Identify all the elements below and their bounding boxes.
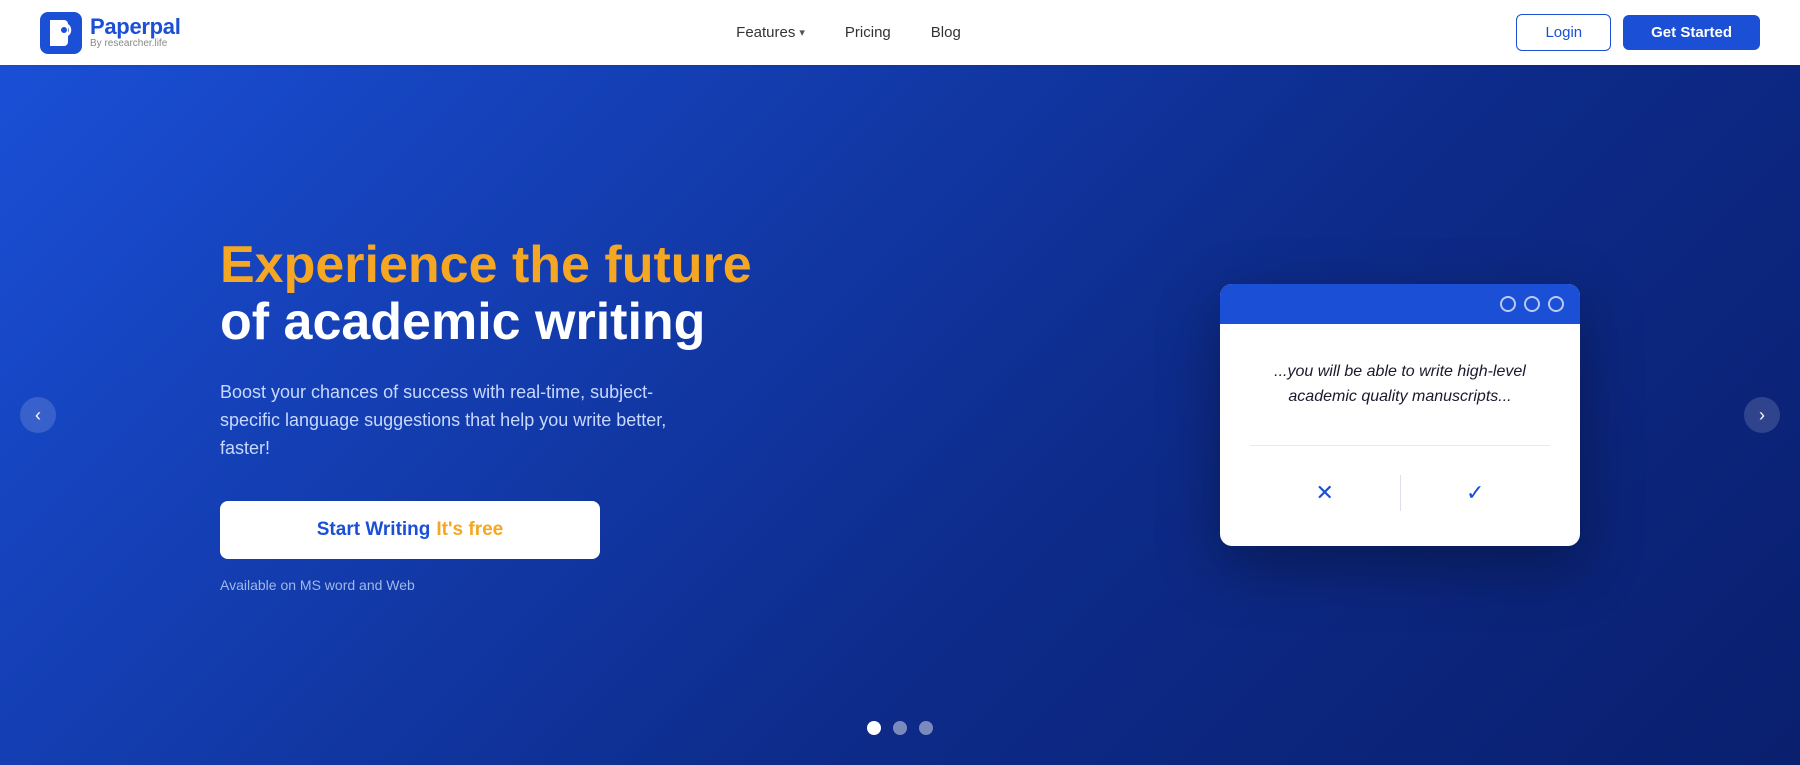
card-body: ...you will be able to write high-level … [1220,324,1580,547]
window-dot-3 [1548,296,1564,312]
card-header [1220,284,1580,324]
free-label: It's free [436,519,503,541]
start-writing-button[interactable]: Start Writing It's free [220,501,600,559]
reject-icon: ✕ [1316,480,1334,506]
card-quote: ...you will be able to write high-level … [1250,360,1550,410]
carousel-dot-3[interactable] [919,721,933,735]
hero-title-line2: of academic writing [220,294,752,351]
card-actions: ✕ ✓ [1250,445,1550,516]
ui-preview-card: ...you will be able to write high-level … [1220,284,1580,547]
chevron-down-icon: ▾ [799,26,805,39]
carousel-dot-2[interactable] [893,721,907,735]
nav-links: Features ▾ Pricing Blog [736,24,961,41]
start-writing-label: Start Writing [317,519,431,541]
available-text: Available on MS word and Web [220,577,752,593]
hero-section: ‹ Experience the future of academic writ… [0,65,1800,765]
logo-name: Paperpal [90,16,181,38]
hero-content: Experience the future of academic writin… [220,237,752,593]
logo-sub: By researcher.life [90,39,181,49]
accept-button[interactable]: ✓ [1401,470,1551,516]
get-started-button[interactable]: Get Started [1623,15,1760,50]
carousel-next-button[interactable]: › [1744,397,1780,433]
window-dot-1 [1500,296,1516,312]
hero-card-container: ...you will be able to write high-level … [1220,284,1580,547]
carousel-dot-1[interactable] [867,721,881,735]
hero-title-line1: Experience the future [220,237,752,294]
carousel-prev-button[interactable]: ‹ [20,397,56,433]
login-button[interactable]: Login [1516,14,1611,51]
nav-actions: Login Get Started [1516,14,1760,51]
window-dot-2 [1524,296,1540,312]
nav-features[interactable]: Features ▾ [736,24,805,41]
reject-button[interactable]: ✕ [1250,470,1400,516]
hero-subtitle: Boost your chances of success with real-… [220,379,700,463]
logo[interactable]: Paperpal By researcher.life [40,12,181,54]
carousel-dots [867,721,933,735]
nav-pricing[interactable]: Pricing [845,24,891,41]
nav-blog[interactable]: Blog [931,24,961,41]
navbar: Paperpal By researcher.life Features ▾ P… [0,0,1800,65]
accept-icon: ✓ [1466,480,1484,506]
hero-title: Experience the future of academic writin… [220,237,752,351]
